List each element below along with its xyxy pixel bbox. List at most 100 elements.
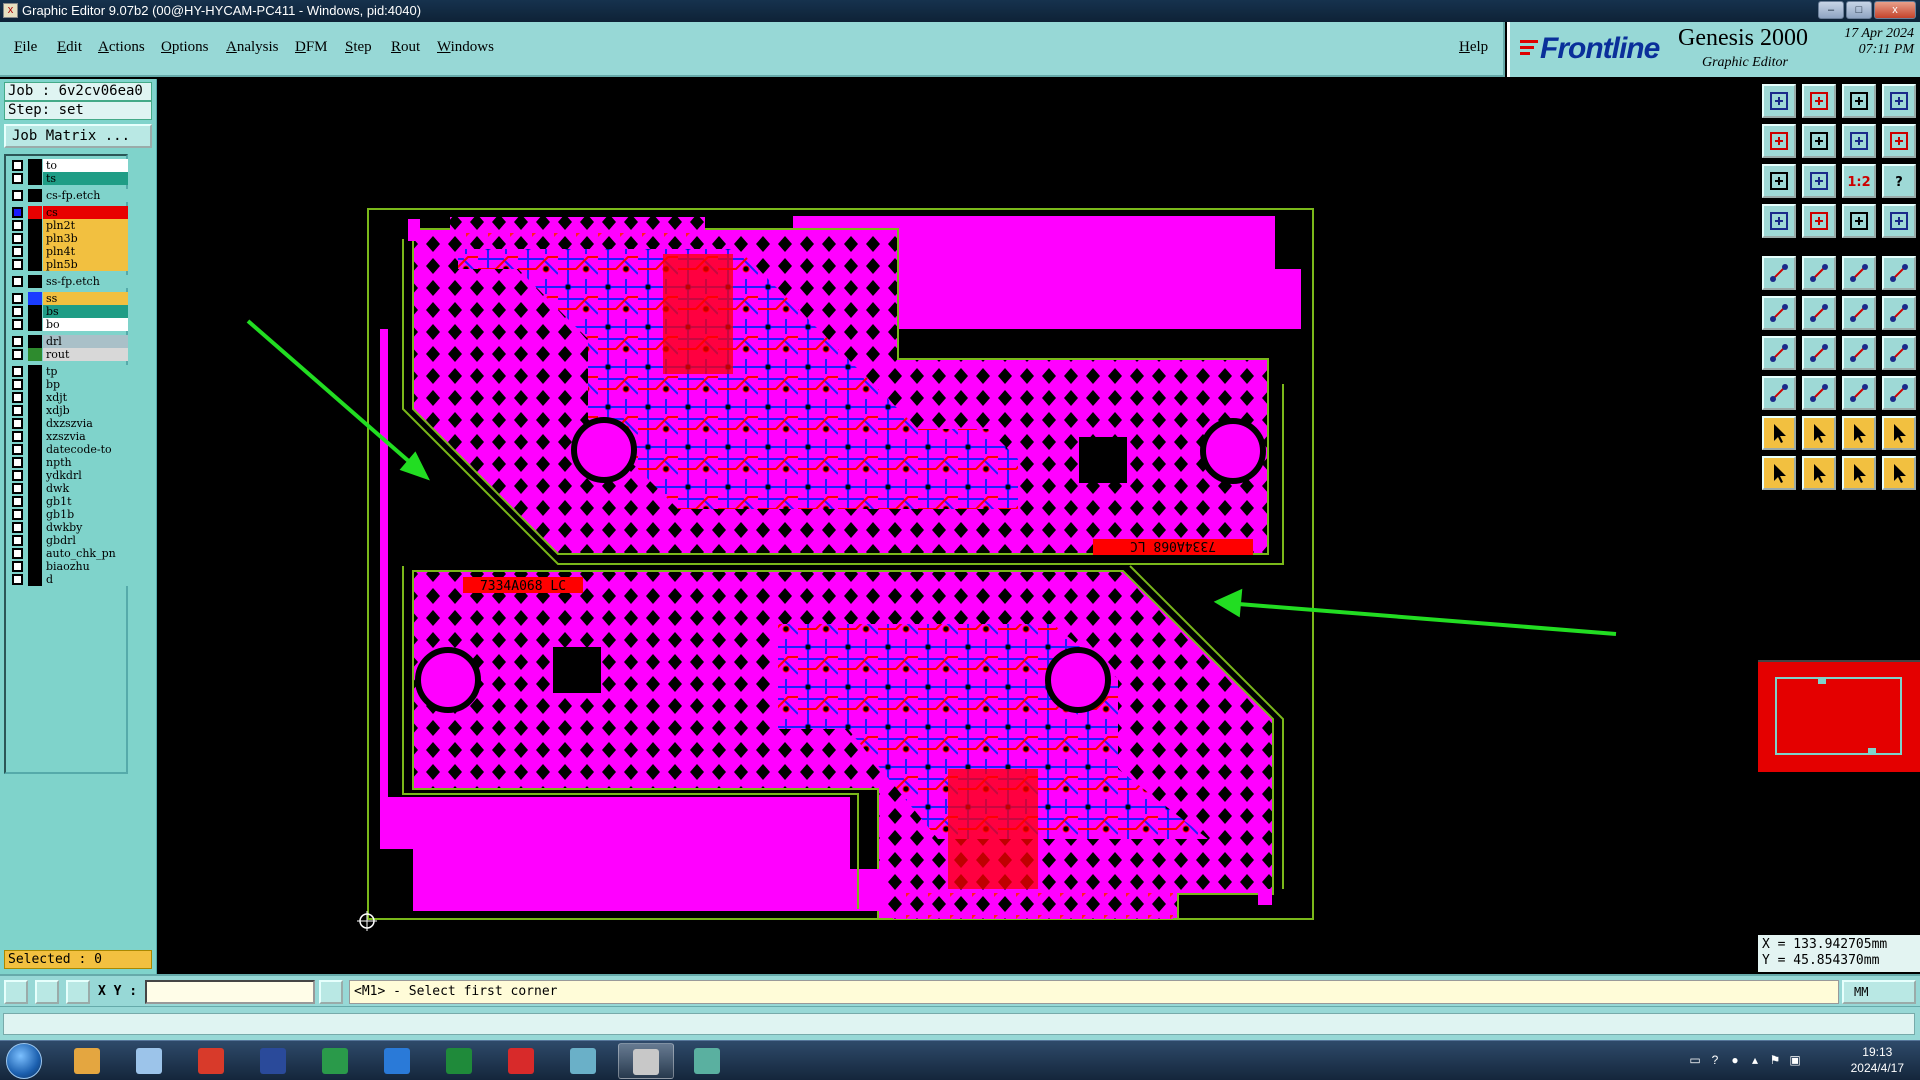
angle-tool-button[interactable] <box>1762 336 1796 370</box>
layer-row-d[interactable]: d <box>6 572 128 587</box>
menu-options[interactable]: Options <box>161 39 209 56</box>
layer-row-bo[interactable]: bo <box>6 317 128 332</box>
layer-row-pln5b[interactable]: pln5b <box>6 257 128 272</box>
layer-checkbox[interactable] <box>12 548 23 559</box>
layer-checkbox[interactable] <box>12 190 23 201</box>
layer-checkbox[interactable] <box>12 522 23 533</box>
layer-name[interactable]: cs-fp.etch <box>43 189 128 202</box>
minimap[interactable] <box>1758 660 1920 772</box>
layer-checkbox[interactable] <box>12 418 23 429</box>
window-title-bar[interactable]: x Graphic Editor 9.07b2 (00@HY-HYCAM-PC4… <box>0 0 1920 22</box>
triangle-a-tool-button[interactable] <box>1802 416 1836 450</box>
flag-icon[interactable]: ⚑ <box>1768 1053 1782 1067</box>
layer-name[interactable]: d <box>43 573 128 586</box>
layer-row-ss-fp-etch[interactable]: ss-fp.etch <box>6 274 128 289</box>
menu-edit[interactable]: Edit <box>57 39 82 56</box>
layer-checkbox[interactable] <box>12 207 23 218</box>
layer-checkbox[interactable] <box>12 561 23 572</box>
close-button[interactable]: x <box>1874 1 1916 19</box>
menu-dfm[interactable]: DFM <box>295 39 328 56</box>
pan-right-tool-button[interactable] <box>1802 124 1836 158</box>
layer-checkbox[interactable] <box>12 349 23 360</box>
layer-checkbox[interactable] <box>12 293 23 304</box>
zoom-fit-tool-button[interactable] <box>1842 124 1876 158</box>
zoom-area-tool-button[interactable] <box>1762 164 1796 198</box>
menu-rout[interactable]: Rout <box>391 39 420 56</box>
triangle-c-tool-button[interactable] <box>1882 416 1916 450</box>
pad-edit-tool-button[interactable] <box>1762 376 1796 410</box>
layers-tool-button[interactable] <box>1842 204 1876 238</box>
arc-tool-button[interactable] <box>1842 336 1876 370</box>
layer-list[interactable]: to ts cs-fp.etch cs pln2t pln3b pln4t pln5b ss-f… <box>4 154 128 774</box>
draw-mode-button[interactable] <box>35 980 59 1004</box>
resize-tool-button[interactable] <box>1842 376 1876 410</box>
taskbar-app-save[interactable] <box>246 1043 302 1079</box>
taskbar-app-notepad[interactable] <box>122 1043 178 1079</box>
minus-tool-button[interactable] <box>1802 376 1836 410</box>
home-tool-button[interactable] <box>1842 84 1876 118</box>
pointer-tool-button[interactable] <box>1762 456 1796 490</box>
xy-input[interactable] <box>145 980 315 1004</box>
snap-mode-button[interactable] <box>4 980 28 1004</box>
delete-tool-button[interactable] <box>1802 296 1836 330</box>
feature-edit-tool-button[interactable] <box>1802 256 1836 290</box>
zoom-home-tool-button[interactable] <box>1762 84 1796 118</box>
show-hidden-icons[interactable]: ▴ <box>1748 1053 1762 1067</box>
menu-analysis[interactable]: Analysis <box>226 39 279 56</box>
snap-tool-button[interactable] <box>1762 204 1796 238</box>
layer-color-swatch[interactable] <box>28 172 42 185</box>
layer-checkbox[interactable] <box>12 574 23 585</box>
layer-checkbox[interactable] <box>12 276 23 287</box>
layer-color-swatch[interactable] <box>28 275 42 288</box>
layer-checkbox[interactable] <box>12 405 23 416</box>
layer-checkbox[interactable] <box>12 470 23 481</box>
taskbar-app-viewer[interactable] <box>680 1043 736 1079</box>
power-tray-icon[interactable]: ● <box>1728 1053 1742 1067</box>
units-button[interactable]: MM <box>1842 980 1916 1004</box>
layer-checkbox[interactable] <box>12 483 23 494</box>
window-tool-button[interactable] <box>1882 84 1916 118</box>
triangle-tool-button[interactable] <box>1762 416 1796 450</box>
layer-color-swatch[interactable] <box>28 258 42 271</box>
layer-checkbox[interactable] <box>12 233 23 244</box>
layer-checkbox[interactable] <box>12 319 23 330</box>
taskbar-app-excel[interactable] <box>432 1043 488 1079</box>
menu-windows[interactable]: Windows <box>437 39 494 56</box>
layer-row-ts[interactable]: ts <box>6 171 128 186</box>
layer-color-swatch[interactable] <box>28 318 42 331</box>
minimize-button[interactable]: – <box>1818 1 1844 19</box>
layer-checkbox[interactable] <box>12 444 23 455</box>
layer-row-cs-fp-etch[interactable]: cs-fp.etch <box>6 188 128 203</box>
grid-mode-button[interactable] <box>66 980 90 1004</box>
triangle-b-tool-button[interactable] <box>1842 416 1876 450</box>
menu-step[interactable]: Step <box>345 39 372 56</box>
center-tool-button[interactable] <box>1802 164 1836 198</box>
layer-checkbox[interactable] <box>12 431 23 442</box>
layer-checkbox[interactable] <box>12 259 23 270</box>
layer-name[interactable]: ss-fp.etch <box>43 275 128 288</box>
pointer-measure-tool-button[interactable] <box>1882 456 1916 490</box>
feature-tool-button[interactable] <box>1762 256 1796 290</box>
layer-checkbox[interactable] <box>12 336 23 347</box>
pointer-alt-tool-button[interactable] <box>1802 456 1836 490</box>
pointer-select-tool-button[interactable] <box>1842 456 1876 490</box>
slash-tool-button[interactable] <box>1802 336 1836 370</box>
start-button[interactable] <box>6 1043 42 1079</box>
pcb-board-drawing[interactable]: 7334A068 LC 7334A068 LC <box>158 79 1758 974</box>
layer-name[interactable]: ts <box>43 172 128 185</box>
distance-tool-button[interactable] <box>1882 336 1916 370</box>
taskbar-app-pdf[interactable] <box>494 1043 550 1079</box>
taskbar-clock[interactable]: 19:13 2024/4/17 <box>1851 1044 1904 1076</box>
layer-checkbox[interactable] <box>12 306 23 317</box>
layer-color-swatch[interactable] <box>28 189 42 202</box>
maximize-button[interactable]: □ <box>1846 1 1872 19</box>
taskbar-app-publisher[interactable] <box>308 1043 364 1079</box>
layer-checkbox[interactable] <box>12 366 23 377</box>
text-cursor-button[interactable] <box>319 980 343 1004</box>
ratio-tool-button[interactable]: 1:2 <box>1842 164 1876 198</box>
layer-color-swatch[interactable] <box>28 573 42 586</box>
connect-tool-button[interactable] <box>1762 296 1796 330</box>
layer-color-swatch[interactable] <box>28 348 42 361</box>
menu-help[interactable]: Help <box>1459 39 1488 56</box>
layer-checkbox[interactable] <box>12 160 23 171</box>
